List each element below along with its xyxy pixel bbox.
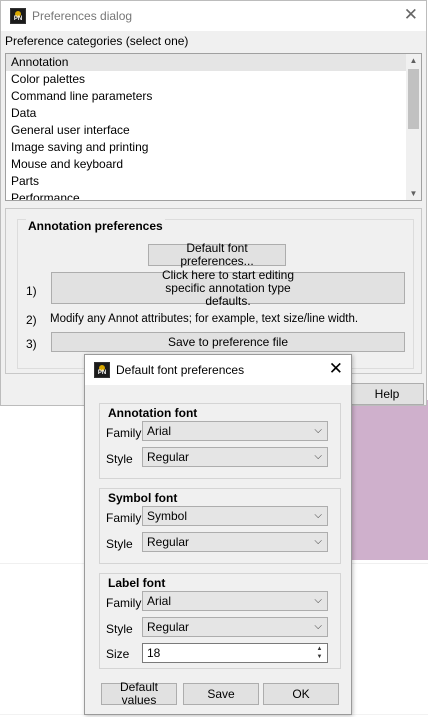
list-item-image-saving[interactable]: Image saving and printing (6, 139, 421, 156)
font-dialog-titlebar[interactable]: PN Default font preferences ✕ (85, 355, 351, 385)
annotation-style-label: Style (106, 452, 133, 466)
help-button[interactable]: Help (350, 383, 424, 405)
app-logo-icon: PN (94, 362, 110, 378)
annotation-family-select[interactable]: Arial ⌵ (142, 421, 328, 441)
edit-annotation-defaults-button[interactable]: Click here to start editing specific ann… (51, 268, 405, 307)
annotation-style-select[interactable]: Regular ⌵ (142, 447, 328, 467)
label-size-value: 18 (147, 646, 161, 660)
symbol-family-value: Symbol (147, 509, 188, 523)
chevron-down-icon: ⌵ (314, 451, 322, 462)
chevron-down-icon: ⌵ (314, 510, 322, 521)
ok-button[interactable]: OK (263, 683, 339, 705)
label-family-label: Family (106, 596, 142, 610)
close-icon[interactable]: ✕ (404, 5, 418, 25)
list-item-data[interactable]: Data (6, 105, 421, 122)
list-item-parts[interactable]: Parts (6, 173, 421, 190)
symbol-style-select[interactable]: Regular ⌵ (142, 532, 328, 552)
list-item-annotation[interactable]: Annotation (6, 54, 421, 71)
list-item-color-palettes[interactable]: Color palettes (6, 71, 421, 88)
annotation-preferences-heading: Annotation preferences (26, 219, 165, 233)
chevron-down-icon: ⌵ (314, 536, 322, 547)
default-font-preferences-button[interactable]: Default font preferences... (148, 242, 286, 268)
label-style-label: Style (106, 622, 133, 636)
list-item-mouse-keyboard[interactable]: Mouse and keyboard (6, 156, 421, 173)
annotation-font-group: Annotation font Family Arial ⌵ Style Reg… (99, 403, 341, 479)
label-family-select[interactable]: Arial ⌵ (142, 591, 328, 611)
label-size-spinner[interactable]: 18 ▲ ▼ (142, 643, 328, 663)
label-font-group: Label font Family Arial ⌵ Style Regular … (99, 573, 341, 669)
label-font-heading: Label font (106, 576, 168, 590)
step-3-number: 3) (26, 337, 37, 351)
label-size-label: Size (106, 647, 130, 661)
default-values-button[interactable]: Default values (101, 681, 177, 707)
preferences-title: Preferences dialog (32, 9, 133, 23)
annotation-font-heading: Annotation font (106, 406, 200, 420)
save-to-preference-file-button[interactable]: Save to preference file (51, 332, 405, 352)
decrement-icon[interactable]: ▼ (313, 653, 326, 661)
symbol-family-select[interactable]: Symbol ⌵ (142, 506, 328, 526)
app-logo-icon: PN (10, 8, 26, 24)
symbol-family-label: Family (106, 511, 142, 525)
increment-icon[interactable]: ▲ (313, 645, 326, 653)
label-style-select[interactable]: Regular ⌵ (142, 617, 328, 637)
categories-label: Preference categories (select one) (5, 34, 189, 48)
preferences-dialog: PN Preferences dialog ✕ Preference categ… (0, 0, 427, 406)
annotation-family-value: Arial (147, 424, 172, 438)
scroll-down-icon[interactable]: ▼ (406, 187, 421, 200)
scrollbar-thumb[interactable] (408, 69, 419, 129)
close-icon[interactable]: ✕ (329, 359, 343, 379)
list-scrollbar[interactable]: ▲ ▼ (406, 54, 421, 200)
categories-list[interactable]: Annotation Color palettes Command line p… (5, 53, 422, 201)
step-2-text: Modify any Annot attributes; for example… (50, 313, 359, 325)
font-dialog-title: Default font preferences (116, 363, 245, 377)
save-button[interactable]: Save (183, 683, 259, 705)
annotation-style-value: Regular (147, 450, 190, 464)
symbol-font-group: Symbol font Family Symbol ⌵ Style Regula… (99, 488, 341, 564)
step-1-number: 1) (26, 284, 37, 298)
chevron-down-icon: ⌵ (314, 595, 322, 606)
symbol-font-heading: Symbol font (106, 491, 180, 505)
symbol-style-value: Regular (147, 535, 190, 549)
annotation-family-label: Family (106, 426, 142, 440)
list-item-performance[interactable]: Performance (6, 190, 421, 200)
scroll-up-icon[interactable]: ▲ (406, 54, 421, 67)
chevron-down-icon: ⌵ (314, 621, 322, 632)
step-2-number: 2) (26, 313, 37, 327)
background-purple-region (340, 400, 428, 560)
label-style-value: Regular (147, 620, 190, 634)
label-family-value: Arial (147, 594, 172, 608)
symbol-style-label: Style (106, 537, 133, 551)
size-stepper[interactable]: ▲ ▼ (313, 645, 326, 661)
preferences-titlebar[interactable]: PN Preferences dialog ✕ (1, 1, 426, 31)
annotation-preferences-group: Annotation preferences Default font pref… (17, 219, 414, 369)
annotation-panel: Annotation preferences Default font pref… (5, 208, 422, 374)
default-font-dialog: PN Default font preferences ✕ Annotation… (84, 354, 352, 715)
chevron-down-icon: ⌵ (314, 425, 322, 436)
list-item-general-user-interface[interactable]: General user interface (6, 122, 421, 139)
list-item-command-line-parameters[interactable]: Command line parameters (6, 88, 421, 105)
